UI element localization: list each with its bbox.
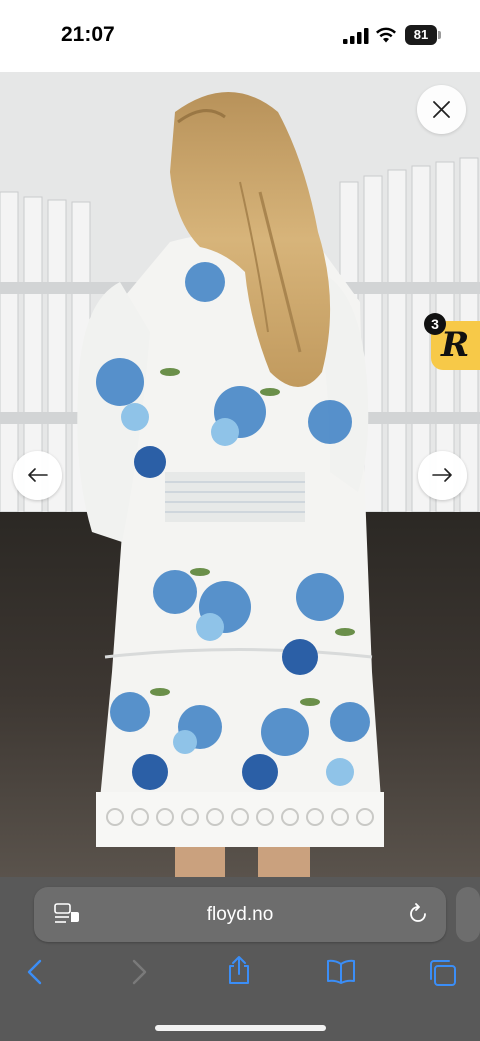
rewards-logo: R (441, 325, 470, 365)
reload-icon[interactable] (407, 903, 429, 925)
arrow-right-icon (432, 468, 452, 482)
home-indicator[interactable] (155, 1025, 326, 1031)
battery-percent: 81 (413, 27, 429, 42)
next-image-button[interactable] (418, 451, 467, 500)
share-icon[interactable] (226, 955, 252, 985)
rewards-count-badge: 3 (424, 313, 446, 335)
status-time: 21:07 (61, 23, 115, 46)
battery-icon: 81 (405, 25, 441, 45)
tabs-icon[interactable] (428, 959, 458, 987)
signal-icon (343, 28, 369, 44)
address-bar[interactable]: floyd.no (34, 887, 446, 942)
dress-illustration (0, 72, 480, 877)
forward-icon[interactable] (130, 959, 148, 985)
close-button[interactable] (417, 85, 466, 134)
back-icon[interactable] (26, 959, 44, 985)
browser-toolbar: floyd.no (0, 877, 480, 1041)
url-text: floyd.no (206, 904, 274, 925)
previous-image-button[interactable] (13, 451, 62, 500)
arrow-left-icon (28, 468, 48, 482)
wifi-icon (376, 27, 396, 43)
next-tab-preview[interactable] (456, 887, 480, 942)
close-icon (433, 101, 450, 118)
bookmarks-icon[interactable] (326, 959, 356, 985)
product-photo[interactable]: R 3 (0, 72, 480, 877)
status-bar: 21:07 81 (0, 0, 480, 72)
